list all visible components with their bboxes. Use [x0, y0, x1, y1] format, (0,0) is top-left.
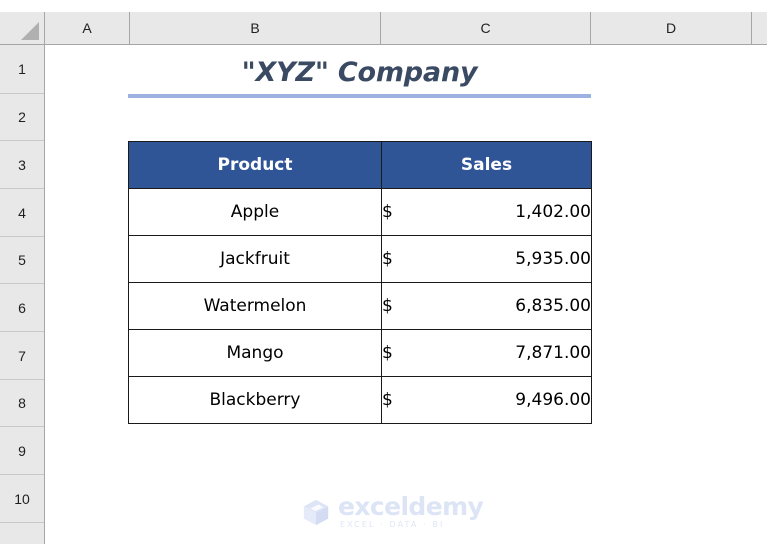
table-row: Watermelon $ 6,835.00: [128, 282, 592, 330]
column-header-sales[interactable]: Sales: [381, 141, 592, 189]
cell-sales[interactable]: $ 5,935.00: [381, 235, 592, 283]
company-title-cell[interactable]: "XYZ" Company: [128, 51, 591, 93]
currency-symbol: $: [382, 343, 393, 363]
row-header-1[interactable]: 1: [0, 45, 44, 94]
cell-product[interactable]: Apple: [128, 188, 382, 236]
sales-amount: 5,935.00: [515, 249, 591, 269]
row-header-6[interactable]: 6: [0, 284, 44, 332]
currency-symbol: $: [382, 390, 393, 410]
row-header-8[interactable]: 8: [0, 380, 44, 427]
column-header-product[interactable]: Product: [128, 141, 382, 189]
cell-product[interactable]: Jackfruit: [128, 235, 382, 283]
sales-amount: 6,835.00: [515, 296, 591, 316]
cell-product[interactable]: Mango: [128, 329, 382, 377]
row-header-3[interactable]: 3: [0, 141, 44, 189]
exceldemy-cube-logo-icon: [303, 499, 329, 525]
row-header-4[interactable]: 4: [0, 189, 44, 237]
spreadsheet-worksheet: A B C D 1 2 3 4 5 6 7 8 9 10 "XYZ" Compa…: [0, 0, 767, 544]
column-header-b[interactable]: B: [130, 12, 381, 44]
cell-sales[interactable]: $ 1,402.00: [381, 188, 592, 236]
column-header-d[interactable]: D: [591, 12, 752, 44]
exceldemy-watermark: exceldemy EXCEL · DATA · BI: [301, 492, 484, 529]
row-header-10[interactable]: 10: [0, 475, 44, 523]
page-title: "XYZ" Company: [241, 56, 478, 88]
currency-symbol: $: [382, 202, 393, 222]
watermark-wordmark: exceldemy: [338, 492, 484, 521]
watermark-text-block: exceldemy EXCEL · DATA · BI: [338, 492, 484, 529]
table-row: Blackberry $ 9,496.00: [128, 376, 592, 424]
column-header-bar: A B C D: [0, 12, 767, 45]
row-header-7[interactable]: 7: [0, 332, 44, 380]
select-all-triangle-icon: [21, 22, 39, 40]
row-header-2[interactable]: 2: [0, 94, 44, 141]
table-header-row: Product Sales: [128, 141, 592, 189]
currency-symbol: $: [382, 249, 393, 269]
row-header-bar: 1 2 3 4 5 6 7 8 9 10: [0, 45, 45, 544]
sales-data-table: Product Sales Apple $ 1,402.00 Jackfruit: [128, 141, 592, 424]
currency-symbol: $: [382, 296, 393, 316]
watermark-tagline: EXCEL · DATA · BI: [340, 520, 445, 529]
sales-amount: 7,871.00: [515, 343, 591, 363]
table-row: Apple $ 1,402.00: [128, 188, 592, 236]
title-underline-rule: [128, 94, 591, 98]
cell-sales[interactable]: $ 9,496.00: [381, 376, 592, 424]
worksheet-cells-area[interactable]: "XYZ" Company Product Sales Apple $ 1,40…: [46, 46, 767, 544]
column-header-e-partial[interactable]: [752, 12, 767, 44]
sales-amount: 9,496.00: [515, 390, 591, 410]
cell-product[interactable]: Watermelon: [128, 282, 382, 330]
table-row: Mango $ 7,871.00: [128, 329, 592, 377]
select-all-corner-button[interactable]: [0, 12, 45, 45]
sales-amount: 1,402.00: [515, 202, 591, 222]
cell-sales[interactable]: $ 6,835.00: [381, 282, 592, 330]
row-header-9[interactable]: 9: [0, 427, 44, 475]
column-header-c[interactable]: C: [381, 12, 591, 44]
column-header-a[interactable]: A: [45, 12, 130, 44]
row-header-11-partial[interactable]: [0, 523, 44, 544]
row-header-5[interactable]: 5: [0, 237, 44, 284]
table-row: Jackfruit $ 5,935.00: [128, 235, 592, 283]
cell-sales[interactable]: $ 7,871.00: [381, 329, 592, 377]
cell-product[interactable]: Blackberry: [128, 376, 382, 424]
